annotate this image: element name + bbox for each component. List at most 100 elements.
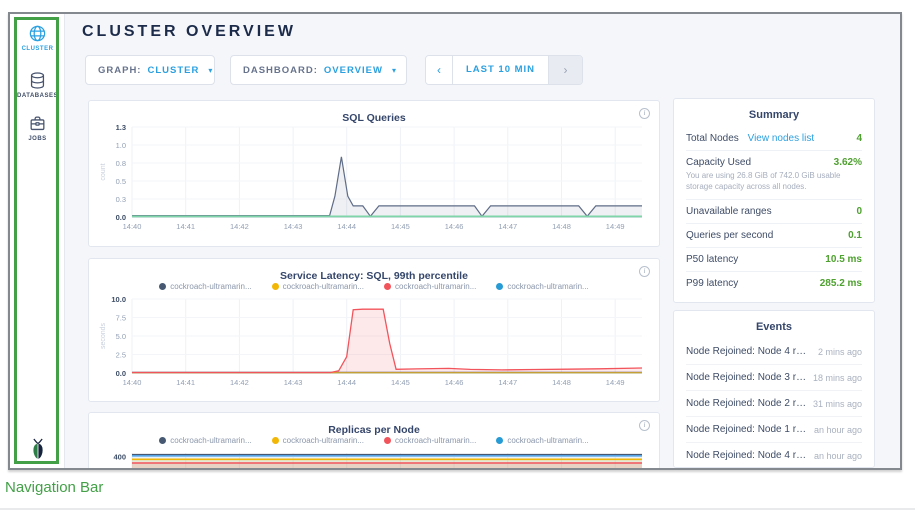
sidebar-item-databases[interactable]: DATABASES <box>10 71 65 99</box>
legend-item[interactable]: cockroach-ultramarin... <box>496 282 588 291</box>
event-text: Node Rejoined: Node 2 rej... <box>686 398 808 409</box>
events-title: Events <box>686 311 862 339</box>
sidebar-item-label: CLUSTER <box>10 46 65 52</box>
cockroachdb-logo[interactable] <box>10 438 65 467</box>
chart-title: Service Latency: SQL, 99th percentile <box>280 270 468 282</box>
summary-row-label: Capacity Used <box>686 157 751 168</box>
summary-row-label: P99 latency <box>686 278 738 289</box>
legend-dot <box>496 283 503 290</box>
replicas-per-node-plot[interactable]: 14:4014:4114:4214:4314:4414:4514:4614:47… <box>96 447 652 470</box>
legend-item[interactable]: cockroach-ultramarin... <box>159 436 251 445</box>
chart-replicas-per-node: Replicas per Node i cockroach-ultramarin… <box>88 412 660 470</box>
sidebar-item-label: DATABASES <box>10 93 65 99</box>
events-panel: Events Node Rejoined: Node 4 rej...2 min… <box>673 310 875 468</box>
legend-dot <box>159 437 166 444</box>
svg-text:14:44: 14:44 <box>337 378 356 387</box>
svg-text:14:46: 14:46 <box>445 378 464 387</box>
summary-row-label: P50 latency <box>686 254 738 265</box>
summary-row: Unavailable ranges 0 <box>686 200 862 224</box>
sql-queries-plot[interactable]: 14:4014:4114:4214:4314:4414:4514:4614:47… <box>96 121 652 233</box>
info-icon[interactable]: i <box>639 420 650 431</box>
time-range-label[interactable]: LAST 10 MIN <box>453 56 548 84</box>
right-column: Summary Total Nodes View nodes list4Capa… <box>673 98 875 468</box>
event-time: an hour ago <box>814 425 862 435</box>
database-icon <box>28 71 47 90</box>
dashboard-dropdown-value: OVERVIEW <box>324 65 383 76</box>
summary-row: Queries per second 0.1 <box>686 224 862 248</box>
sidebar-item-label: JOBS <box>10 136 65 142</box>
svg-text:14:41: 14:41 <box>176 378 195 387</box>
summary-row-value: 0 <box>856 206 862 217</box>
svg-text:14:40: 14:40 <box>123 222 142 231</box>
event-row[interactable]: Node Rejoined: Node 1 rej... an hour ago <box>686 417 862 443</box>
svg-text:14:49: 14:49 <box>606 378 625 387</box>
summary-row-label: Total Nodes <box>686 133 739 144</box>
time-prev-button[interactable]: ‹ <box>426 56 453 84</box>
svg-text:14:40: 14:40 <box>123 378 142 387</box>
globe-icon <box>28 24 47 43</box>
summary-row-subtext: You are using 26.8 GiB of 742.0 GiB usab… <box>686 168 862 193</box>
legend-dot <box>272 283 279 290</box>
summary-row-value: 4 <box>856 133 862 144</box>
summary-row: P99 latency285.2 ms <box>686 272 862 295</box>
event-row[interactable]: Node Rejoined: Node 2 rej... 31 mins ago <box>686 391 862 417</box>
event-text: Node Rejoined: Node 1 rej... <box>686 424 808 435</box>
main-content: CLUSTER OVERVIEW GRAPH: CLUSTER ▾ DASHBO… <box>66 14 900 468</box>
event-text: Node Rejoined: Node 4 rej... <box>686 346 808 357</box>
event-row[interactable]: Node Rejoined: Node 3 rej... 18 mins ago <box>686 365 862 391</box>
event-row[interactable]: Node Rejoined: Node 4 rej... an hour ago <box>686 443 862 468</box>
svg-text:14:45: 14:45 <box>391 222 410 231</box>
svg-text:14:48: 14:48 <box>552 222 571 231</box>
svg-text:14:44: 14:44 <box>337 222 356 231</box>
svg-text:400: 400 <box>113 453 126 462</box>
legend-dot <box>159 283 166 290</box>
svg-text:14:48: 14:48 <box>552 378 571 387</box>
event-time: 18 mins ago <box>813 373 862 383</box>
event-text: Node Rejoined: Node 3 rej... <box>686 372 808 383</box>
svg-text:2.5: 2.5 <box>116 351 126 360</box>
legend-label: cockroach-ultramarin... <box>170 282 251 291</box>
summary-row-label: Unavailable ranges <box>686 206 772 217</box>
legend-item[interactable]: cockroach-ultramarin... <box>496 436 588 445</box>
event-text: Node Rejoined: Node 4 rej... <box>686 450 808 461</box>
sidebar: CLUSTER DATABASES JOBS <box>10 14 65 468</box>
chart-title: Replicas per Node <box>328 424 420 436</box>
dashboard-dropdown-label: DASHBOARD: <box>243 65 318 76</box>
event-time: 31 mins ago <box>813 399 862 409</box>
view-nodes-link[interactable]: View nodes list <box>748 133 815 144</box>
graph-dropdown-label: GRAPH: <box>98 65 141 76</box>
svg-text:0.3: 0.3 <box>116 195 126 204</box>
svg-text:14:49: 14:49 <box>606 222 625 231</box>
event-row[interactable]: Node Rejoined: Node 4 rej...2 mins ago <box>686 339 862 365</box>
time-next-button[interactable]: › <box>548 56 582 84</box>
svg-text:14:43: 14:43 <box>284 378 303 387</box>
sidebar-item-cluster[interactable]: CLUSTER <box>10 24 65 52</box>
svg-text:0.0: 0.0 <box>116 213 126 222</box>
info-icon[interactable]: i <box>639 266 650 277</box>
event-time: an hour ago <box>814 451 862 461</box>
chart-sql-queries: SQL Queries i 14:4014:4114:4214:4314:441… <box>88 100 660 247</box>
summary-panel: Summary Total Nodes View nodes list4Capa… <box>673 98 875 303</box>
chart-title: SQL Queries <box>342 112 405 124</box>
info-icon[interactable]: i <box>639 108 650 119</box>
summary-row-value: 3.62% <box>834 157 862 168</box>
legend-dot <box>272 437 279 444</box>
graph-dropdown[interactable]: GRAPH: CLUSTER ▾ <box>85 55 215 85</box>
summary-row-value: 10.5 ms <box>825 254 862 265</box>
summary-row-label: Queries per second <box>686 230 773 241</box>
summary-row-value: 0.1 <box>848 230 862 241</box>
graph-dropdown-value: CLUSTER <box>147 65 199 76</box>
svg-text:14:42: 14:42 <box>230 378 249 387</box>
svg-text:1.0: 1.0 <box>116 141 126 150</box>
legend-item[interactable]: cockroach-ultramarin... <box>159 282 251 291</box>
annotation-label: Navigation Bar <box>5 479 103 496</box>
legend-label: cockroach-ultramarin... <box>170 436 251 445</box>
svg-text:0.8: 0.8 <box>116 159 126 168</box>
legend-dot <box>496 437 503 444</box>
sidebar-item-jobs[interactable]: JOBS <box>10 114 65 142</box>
dashboard-dropdown[interactable]: DASHBOARD: OVERVIEW ▾ <box>230 55 407 85</box>
summary-row: Capacity Used 3.62%You are using 26.8 GiB… <box>686 151 862 200</box>
service-latency-plot[interactable]: 14:4014:4114:4214:4314:4414:4514:4614:47… <box>96 293 652 389</box>
cockroach-icon <box>27 438 49 462</box>
briefcase-icon <box>28 114 47 133</box>
